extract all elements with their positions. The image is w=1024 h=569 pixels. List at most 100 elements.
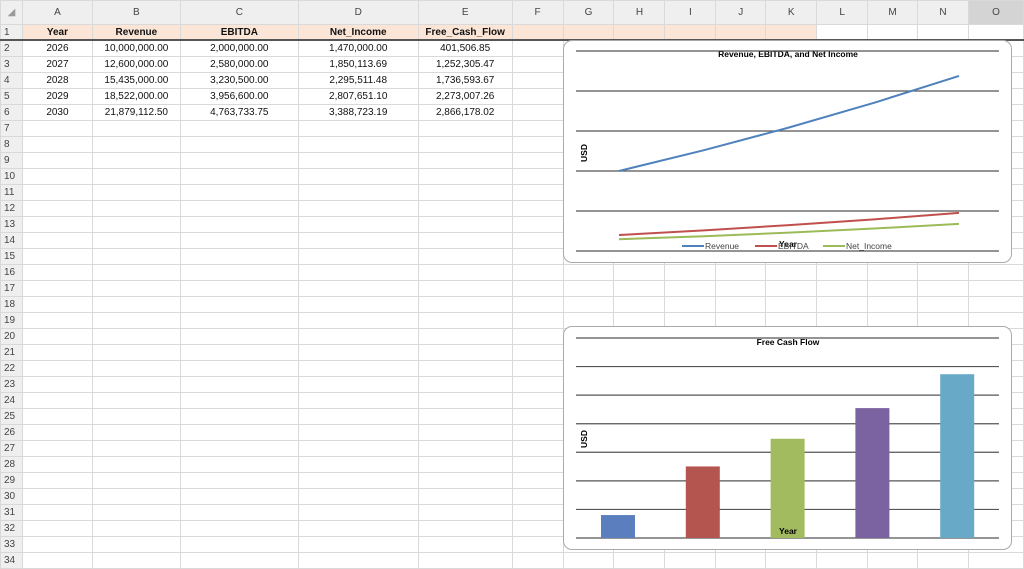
row-header-24[interactable]: 24 xyxy=(0,392,23,409)
cell-B27[interactable] xyxy=(91,440,181,457)
cell-F5[interactable] xyxy=(511,88,564,105)
cell-E30[interactable] xyxy=(417,488,513,505)
cell-B9[interactable] xyxy=(91,152,181,169)
cell-A20[interactable] xyxy=(21,328,93,345)
cell-O17[interactable] xyxy=(967,280,1024,297)
cell-C34[interactable] xyxy=(179,552,299,569)
cell-C2[interactable]: 2,000,000.00 xyxy=(179,40,299,57)
cell-B3[interactable]: 12,600,000.00 xyxy=(91,56,181,73)
column-header-K[interactable]: K xyxy=(765,0,818,25)
cell-D25[interactable] xyxy=(297,408,419,425)
cell-M18[interactable] xyxy=(867,296,919,313)
cell-C24[interactable] xyxy=(179,392,299,409)
cell-C16[interactable] xyxy=(179,264,299,281)
cell-C20[interactable] xyxy=(179,328,299,345)
cell-I34[interactable] xyxy=(664,552,717,569)
cell-N18[interactable] xyxy=(917,296,969,313)
column-header-N[interactable]: N xyxy=(917,0,969,25)
row-header-22[interactable]: 22 xyxy=(0,360,23,377)
cell-M16[interactable] xyxy=(867,264,919,281)
cell-N16[interactable] xyxy=(917,264,969,281)
cell-A22[interactable] xyxy=(21,360,93,377)
cell-B24[interactable] xyxy=(91,392,181,409)
cell-A8[interactable] xyxy=(21,136,93,153)
cell-A34[interactable] xyxy=(21,552,93,569)
cell-D31[interactable] xyxy=(297,504,419,521)
cell-F20[interactable] xyxy=(511,328,564,345)
cell-C7[interactable] xyxy=(179,120,299,137)
cell-E27[interactable] xyxy=(417,440,513,457)
cell-B32[interactable] xyxy=(91,520,181,537)
cell-B33[interactable] xyxy=(91,536,181,553)
cell-E29[interactable] xyxy=(417,472,513,489)
cell-F31[interactable] xyxy=(511,504,564,521)
row-header-4[interactable]: 4 xyxy=(0,72,23,89)
cell-E32[interactable] xyxy=(417,520,513,537)
cell-B12[interactable] xyxy=(91,200,181,217)
cell-E33[interactable] xyxy=(417,536,513,553)
cell-F28[interactable] xyxy=(511,456,564,473)
cell-D23[interactable] xyxy=(297,376,419,393)
row-header-23[interactable]: 23 xyxy=(0,376,23,393)
column-header-O[interactable]: O xyxy=(967,0,1024,25)
cell-D14[interactable] xyxy=(297,232,419,249)
cell-F8[interactable] xyxy=(511,136,564,153)
row-header-29[interactable]: 29 xyxy=(0,472,23,489)
row-header-25[interactable]: 25 xyxy=(0,408,23,425)
cell-D4[interactable]: 2,295,511.48 xyxy=(297,72,419,89)
cell-B2[interactable]: 10,000,000.00 xyxy=(91,40,181,57)
cell-B18[interactable] xyxy=(91,296,181,313)
cell-A9[interactable] xyxy=(21,152,93,169)
cell-E11[interactable] xyxy=(417,184,513,201)
cell-F13[interactable] xyxy=(511,216,564,233)
row-header-3[interactable]: 3 xyxy=(0,56,23,73)
cell-B19[interactable] xyxy=(91,312,181,329)
cell-G17[interactable] xyxy=(562,280,615,297)
cell-B31[interactable] xyxy=(91,504,181,521)
row-header-34[interactable]: 34 xyxy=(0,552,23,569)
cell-A25[interactable] xyxy=(21,408,93,425)
cell-B22[interactable] xyxy=(91,360,181,377)
cell-H16[interactable] xyxy=(613,264,666,281)
cell-F12[interactable] xyxy=(511,200,564,217)
column-header-G[interactable]: G xyxy=(562,0,615,25)
row-header-13[interactable]: 13 xyxy=(0,216,23,233)
cell-C5[interactable]: 3,956,600.00 xyxy=(179,88,299,105)
cell-C32[interactable] xyxy=(179,520,299,537)
cell-C15[interactable] xyxy=(179,248,299,265)
cell-D27[interactable] xyxy=(297,440,419,457)
cell-F2[interactable] xyxy=(511,40,564,57)
cell-E5[interactable]: 2,273,007.26 xyxy=(417,88,513,105)
cell-A4[interactable]: 2028 xyxy=(21,72,93,89)
row-header-18[interactable]: 18 xyxy=(0,296,23,313)
cell-D15[interactable] xyxy=(297,248,419,265)
cell-F18[interactable] xyxy=(511,296,564,313)
cell-D12[interactable] xyxy=(297,200,419,217)
cell-F15[interactable] xyxy=(511,248,564,265)
cell-A24[interactable] xyxy=(21,392,93,409)
cell-D29[interactable] xyxy=(297,472,419,489)
cell-F22[interactable] xyxy=(511,360,564,377)
cell-G18[interactable] xyxy=(562,296,615,313)
cell-A3[interactable]: 2027 xyxy=(21,56,93,73)
cell-B10[interactable] xyxy=(91,168,181,185)
cell-F26[interactable] xyxy=(511,424,564,441)
cell-G16[interactable] xyxy=(562,264,615,281)
cell-A14[interactable] xyxy=(21,232,93,249)
cell-F33[interactable] xyxy=(511,536,564,553)
row-header-12[interactable]: 12 xyxy=(0,200,23,217)
cell-A12[interactable] xyxy=(21,200,93,217)
row-header-30[interactable]: 30 xyxy=(0,488,23,505)
row-header-2[interactable]: 2 xyxy=(0,40,23,57)
cell-C22[interactable] xyxy=(179,360,299,377)
line-chart[interactable]: Revenue, EBITDA, and Net Income USD Year… xyxy=(563,40,1012,263)
cell-A28[interactable] xyxy=(21,456,93,473)
cell-C33[interactable] xyxy=(179,536,299,553)
cell-D11[interactable] xyxy=(297,184,419,201)
cell-K34[interactable] xyxy=(765,552,818,569)
cell-J18[interactable] xyxy=(715,296,767,313)
column-header-C[interactable]: C xyxy=(179,0,299,25)
cell-H18[interactable] xyxy=(613,296,666,313)
cell-A2[interactable]: 2026 xyxy=(21,40,93,57)
cell-E3[interactable]: 1,252,305.47 xyxy=(417,56,513,73)
